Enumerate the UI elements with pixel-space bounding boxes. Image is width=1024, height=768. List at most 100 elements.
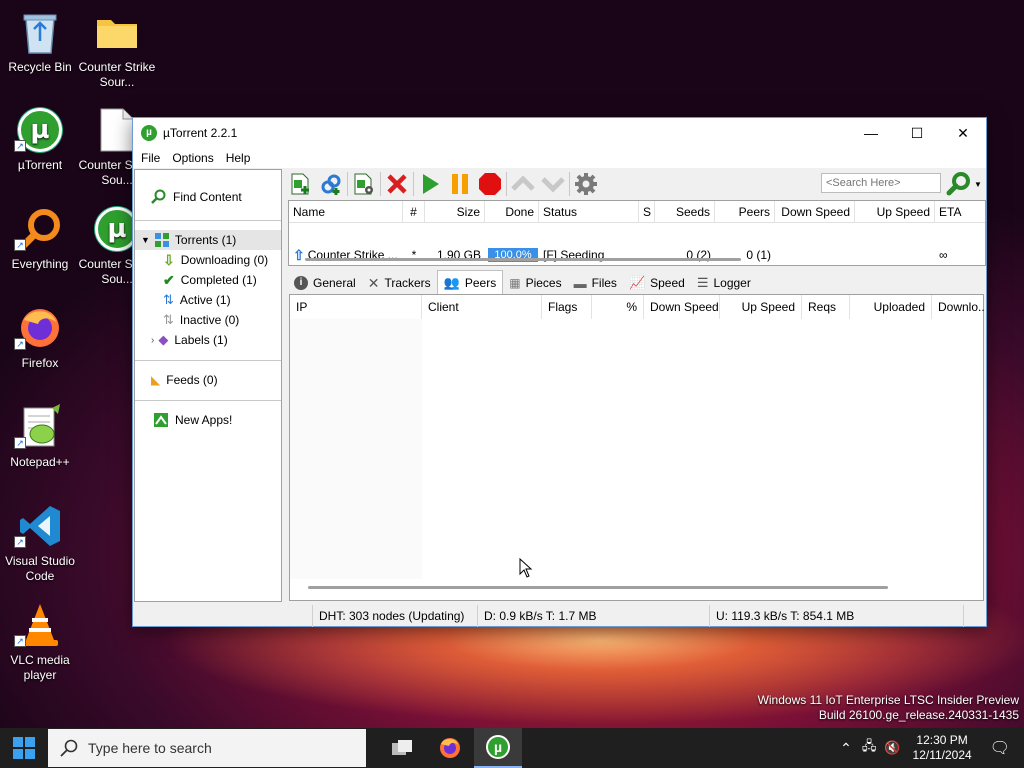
files-folder-icon: ▬: [573, 275, 587, 291]
stop-button[interactable]: [475, 170, 505, 198]
notification-icon[interactable]: 🗨: [980, 738, 1024, 758]
menu-bar: File Options Help: [133, 148, 986, 168]
search-button[interactable]: ▼: [946, 171, 982, 197]
sidebar-item-labels[interactable]: › ◆ Labels (1): [151, 330, 228, 350]
column-status[interactable]: Status: [539, 201, 639, 223]
torrent-name: Counter Strike ...: [307, 248, 398, 262]
peers-list[interactable]: IP Client Flags % Down Speed Up Speed Re…: [289, 294, 985, 601]
taskbar-utorrent[interactable]: µ: [474, 728, 522, 768]
tab-peers[interactable]: 👥 Peers: [436, 270, 504, 294]
close-button[interactable]: ✕: [940, 118, 986, 148]
menu-file[interactable]: File: [135, 151, 166, 165]
column-name[interactable]: Name: [289, 201, 403, 223]
desktop-icon-notepadpp[interactable]: ↗ Notepad++: [0, 403, 80, 470]
title-bar[interactable]: µ µTorrent 2.2.1 — ☐ ✕: [133, 118, 986, 148]
start-button[interactable]: [0, 728, 48, 768]
move-down-button[interactable]: [538, 170, 568, 198]
sidebar-item-downloading[interactable]: ⇩ Downloading (0): [163, 250, 268, 270]
peers-column-flags[interactable]: Flags: [542, 295, 592, 319]
peers-column-down-speed[interactable]: Down Speed: [644, 295, 720, 319]
desktop-icon-recycle-bin[interactable]: Recycle Bin: [0, 8, 80, 75]
column-down-speed[interactable]: Down Speed: [775, 201, 855, 223]
utorrent-window[interactable]: µ µTorrent 2.2.1 — ☐ ✕ File Options Help…: [132, 117, 987, 627]
peers-column-downloaded[interactable]: Downlo...: [932, 295, 985, 319]
peers-column-reqs[interactable]: Reqs: [802, 295, 850, 319]
column-peers[interactable]: Peers: [715, 201, 775, 223]
preferences-button[interactable]: [571, 170, 601, 198]
torrent-list[interactable]: Name # Size Done Status S Seeds Peers Do…: [288, 200, 986, 266]
sidebar-item-new-apps[interactable]: New Apps!: [153, 410, 232, 430]
column-number[interactable]: #: [403, 201, 425, 223]
sidebar-item-label: Labels (1): [174, 333, 228, 347]
sidebar-item-find-content[interactable]: Find Content: [151, 187, 242, 207]
tab-files[interactable]: ▬ Files: [568, 272, 623, 294]
add-torrent-button[interactable]: [286, 170, 316, 198]
maximize-button[interactable]: ☐: [894, 118, 940, 148]
column-eta[interactable]: ETA: [935, 201, 985, 223]
search-dropdown-icon[interactable]: ▼: [974, 180, 982, 189]
column-up-speed[interactable]: Up Speed: [855, 201, 935, 223]
taskbar-firefox[interactable]: [426, 728, 474, 768]
sidebar-item-inactive[interactable]: ⇅ Inactive (0): [163, 310, 239, 330]
minimize-button[interactable]: —: [848, 118, 894, 148]
mouse-cursor-icon: [519, 558, 533, 578]
link-icon: [321, 174, 341, 195]
desktop-icon-vscode[interactable]: ↗ Visual Studio Code: [0, 502, 80, 584]
tab-pieces[interactable]: ▦ Pieces: [503, 272, 567, 294]
horizontal-scrollbar[interactable]: [305, 258, 741, 261]
sidebar-item-completed[interactable]: ✔ Completed (1): [163, 270, 257, 290]
stop-icon: [479, 173, 501, 195]
desktop-icon-utorrent[interactable]: µ ↗ µTorrent: [0, 106, 80, 173]
volume-muted-icon[interactable]: 🔇: [880, 740, 904, 756]
search-input[interactable]: [821, 173, 941, 193]
pause-icon: [452, 174, 468, 194]
tab-trackers[interactable]: ✕ Trackers: [362, 272, 437, 294]
toolbar-divider: [347, 172, 348, 196]
peers-column-client[interactable]: Client: [422, 295, 542, 319]
taskbar-clock[interactable]: 12:30 PM 12/11/2024: [905, 733, 980, 763]
network-icon[interactable]: 🖧: [858, 737, 881, 759]
column-seeds[interactable]: Seeds: [655, 201, 715, 223]
sidebar-item-feeds[interactable]: ◣ Feeds (0): [151, 370, 218, 390]
peers-column-uploaded[interactable]: Uploaded: [850, 295, 932, 319]
add-torrent-url-button[interactable]: [316, 170, 346, 198]
desktop-icon-vlc[interactable]: ↗ VLC media player: [0, 601, 80, 683]
taskbar-task-view[interactable]: [378, 728, 426, 768]
gear-icon: [575, 173, 597, 195]
tab-general[interactable]: i General: [288, 272, 362, 294]
peers-column-ip[interactable]: IP: [290, 295, 422, 319]
menu-help[interactable]: Help: [220, 151, 257, 165]
chevron-right-icon: ›: [151, 334, 155, 346]
sidebar-item-label: Torrents (1): [174, 233, 237, 247]
utorrent-icon: µ: [486, 735, 510, 759]
sidebar-item-label: Feeds (0): [166, 373, 218, 387]
torrent-list-header: Name # Size Done Status S Seeds Peers Do…: [289, 201, 985, 223]
horizontal-scrollbar[interactable]: [308, 586, 888, 589]
column-done[interactable]: Done: [485, 201, 539, 223]
create-torrent-button[interactable]: [349, 170, 379, 198]
column-size[interactable]: Size: [425, 201, 485, 223]
sidebar-divider: [135, 220, 281, 221]
desktop-icon-everything[interactable]: ↗ Everything: [0, 205, 80, 272]
move-up-button[interactable]: [508, 170, 538, 198]
tab-speed[interactable]: 📈 Speed: [623, 272, 691, 294]
tab-label: Speed: [650, 276, 685, 290]
desktop-icon-firefox[interactable]: ↗ Firefox: [0, 304, 80, 371]
tab-logger[interactable]: ☰ Logger: [691, 272, 757, 294]
desktop-icon-counter-strike-folder[interactable]: Counter Strike Sour...: [77, 8, 157, 90]
peers-column-percent[interactable]: %: [592, 295, 644, 319]
pause-button[interactable]: [445, 170, 475, 198]
sidebar-item-active[interactable]: ⇅ Active (1): [163, 290, 231, 310]
sidebar-item-torrents[interactable]: ▼ Torrents (1): [135, 230, 281, 250]
system-tray: ⌃ 🖧 🔇 12:30 PM 12/11/2024 🗨: [834, 728, 1024, 768]
remove-button[interactable]: [382, 170, 412, 198]
peers-column-up-speed[interactable]: Up Speed: [720, 295, 802, 319]
table-row[interactable]: ⇧ Counter Strike ... * 1.90 GB 100.0% [F…: [289, 223, 985, 263]
chevron-up-icon[interactable]: ⌃: [834, 740, 858, 757]
taskbar: Type here to search µ ⌃ 🖧 🔇 12:30 PM 12/…: [0, 728, 1024, 768]
column-s[interactable]: S: [639, 201, 655, 223]
start-button[interactable]: [415, 170, 445, 198]
status-blank: [133, 605, 313, 627]
taskbar-search-box[interactable]: Type here to search: [48, 729, 366, 767]
menu-options[interactable]: Options: [166, 151, 219, 165]
